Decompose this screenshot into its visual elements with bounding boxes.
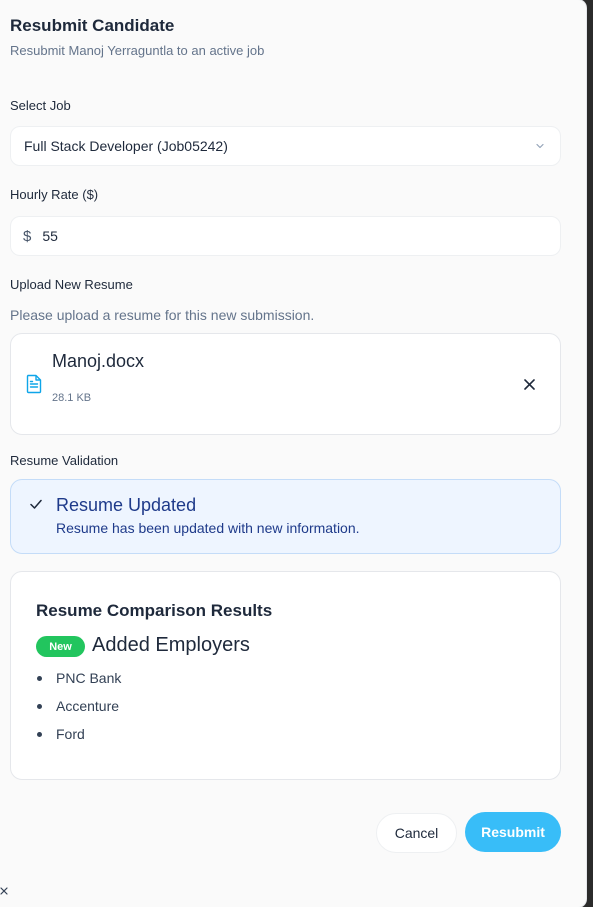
file-size: 28.1 KB — [52, 392, 92, 404]
close-icon — [523, 378, 535, 390]
bullet-icon — [37, 675, 42, 681]
dialog-title: Resubmit Candidate — [10, 16, 175, 35]
employer-name: Accenture — [56, 698, 120, 714]
list-item: Accenture — [37, 692, 121, 720]
hourly-rate-label: Hourly Rate ($) — [10, 187, 99, 202]
cancel-button[interactable]: Cancel — [376, 813, 457, 853]
job-select[interactable]: Full Stack Developer (Job05242) — [10, 126, 561, 166]
select-job-label: Select Job — [10, 98, 71, 113]
resume-validation-label: Resume Validation — [10, 453, 119, 468]
chevron-down-icon — [536, 143, 544, 149]
dialog-subtitle: Resubmit Manoj Yerraguntla to an active … — [10, 43, 265, 58]
uploaded-file-card: Manoj.docx 28.1 KB — [10, 333, 561, 435]
added-employers-heading: Added Employers — [92, 634, 250, 656]
currency-prefix: $ — [23, 227, 32, 245]
hourly-rate-value[interactable]: 55 — [42, 228, 58, 244]
comparison-title: Resume Comparison Results — [36, 601, 273, 620]
remove-file-button[interactable] — [519, 374, 539, 394]
validation-title: Resume Updated — [56, 495, 197, 515]
bullet-icon — [37, 703, 42, 709]
close-icon[interactable] — [0, 886, 10, 898]
comparison-card: Resume Comparison Results New Added Empl… — [10, 571, 561, 780]
list-item: PNC Bank — [37, 664, 121, 692]
bullet-icon — [37, 731, 42, 737]
new-badge: New — [36, 636, 85, 657]
validation-description: Resume has been updated with new informa… — [56, 520, 360, 536]
resubmit-dialog: Resubmit Candidate Resubmit Manoj Yerrag… — [0, 0, 586, 907]
upload-hint: Please upload a resume for this new subm… — [10, 307, 315, 323]
list-item: Ford — [37, 720, 121, 748]
upload-resume-label: Upload New Resume — [10, 277, 133, 292]
document-icon — [26, 374, 42, 394]
check-icon — [30, 499, 42, 509]
validation-alert: Resume Updated Resume has been updated w… — [10, 479, 561, 554]
employer-name: PNC Bank — [56, 670, 122, 686]
job-select-value: Full Stack Developer (Job05242) — [24, 138, 228, 154]
file-name: Manoj.docx — [52, 351, 145, 371]
hourly-rate-input[interactable]: $ 55 — [10, 216, 561, 256]
employer-name: Ford — [56, 726, 85, 742]
resubmit-button[interactable]: Resubmit — [465, 812, 561, 852]
employer-list: PNC Bank Accenture Ford — [37, 664, 121, 748]
